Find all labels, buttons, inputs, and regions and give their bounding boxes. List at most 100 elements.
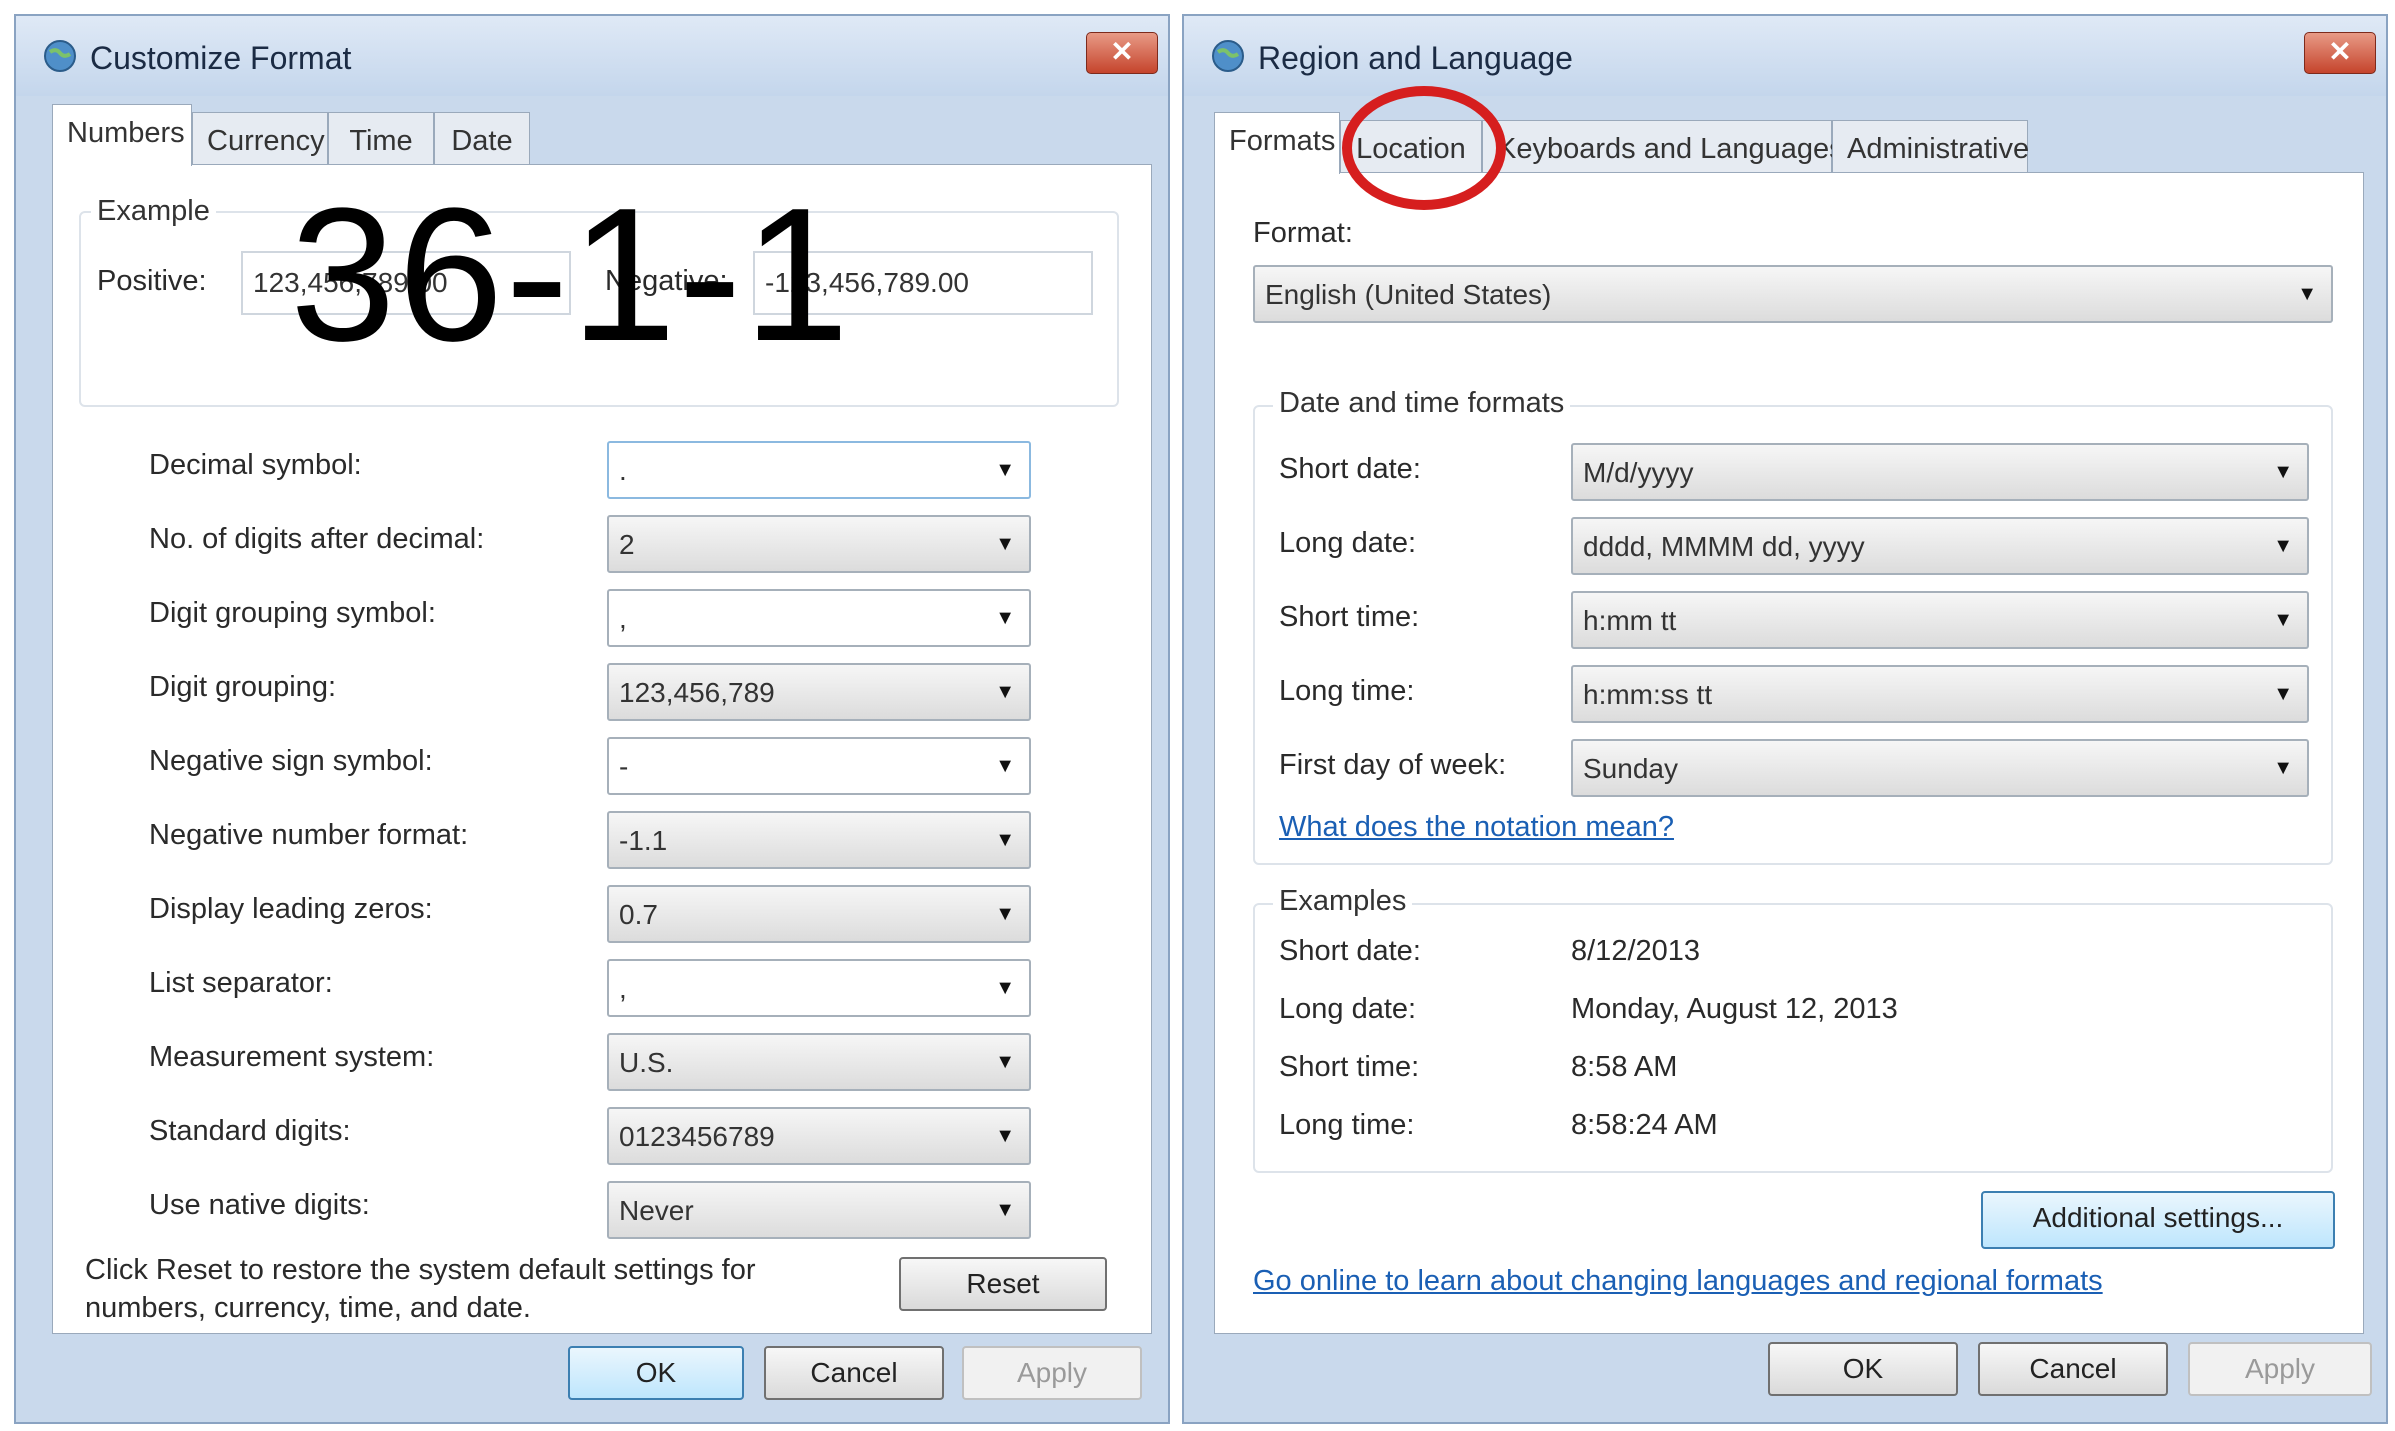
decimal-symbol-label: Decimal symbol: (149, 449, 362, 481)
short-time-combo[interactable]: h:mm tt ▼ (1571, 591, 2309, 649)
format-value: English (United States) (1265, 279, 1552, 310)
chevron-down-icon: ▼ (2273, 683, 2293, 705)
example-short-date-label: Short date: (1279, 935, 1421, 967)
tab-numbers[interactable]: Numbers (52, 104, 192, 166)
region-language-titlebar[interactable]: Region and Language ✕ (1184, 16, 2386, 96)
chevron-down-icon: ▼ (995, 533, 1015, 555)
display-leading-zeros-value: 0.7 (619, 899, 658, 930)
window-title: Region and Language (1258, 40, 1573, 76)
short-date-combo[interactable]: M/d/yyyy ▼ (1571, 443, 2309, 501)
tab-date[interactable]: Date (434, 112, 530, 166)
close-icon: ✕ (2328, 36, 2352, 67)
long-time-combo[interactable]: h:mm:ss tt ▼ (1571, 665, 2309, 723)
window-title: Customize Format (90, 40, 352, 76)
chevron-down-icon: ▼ (2273, 535, 2293, 557)
long-date-combo[interactable]: dddd, MMMM dd, yyyy ▼ (1571, 517, 2309, 575)
customize-format-titlebar[interactable]: Customize Format ✕ (16, 16, 1168, 96)
ok-button[interactable]: OK (1768, 1342, 1958, 1396)
negative-sign-symbol-value: - (619, 751, 629, 782)
chevron-down-icon: ▼ (995, 1199, 1015, 1221)
display-leading-zeros-label: Display leading zeros: (149, 893, 433, 925)
ok-button[interactable]: OK (568, 1346, 744, 1400)
first-day-of-week-combo[interactable]: Sunday ▼ (1571, 739, 2309, 797)
display-leading-zeros-combo[interactable]: 0.7 ▼ (607, 885, 1031, 943)
apply-button[interactable]: Apply (2188, 1342, 2372, 1396)
use-native-digits-value: Never (619, 1195, 694, 1226)
format-combo[interactable]: English (United States) ▼ (1253, 265, 2333, 323)
use-native-digits-label: Use native digits: (149, 1189, 370, 1221)
chevron-down-icon: ▼ (995, 607, 1015, 629)
chevron-down-icon: ▼ (995, 977, 1015, 999)
measurement-system-combo[interactable]: U.S. ▼ (607, 1033, 1031, 1091)
tab-formats[interactable]: Formats (1214, 112, 1340, 174)
digit-grouping-symbol-value: , (619, 603, 627, 634)
first-day-of-week-value: Sunday (1583, 753, 1678, 784)
example-group-label: Example (91, 195, 216, 228)
short-date-label: Short date: (1279, 453, 1421, 485)
apply-button[interactable]: Apply (962, 1346, 1142, 1400)
reset-hint-text: Click Reset to restore the system defaul… (85, 1254, 756, 1324)
digits-after-decimal-label: No. of digits after decimal: (149, 523, 485, 555)
reset-button[interactable]: Reset (899, 1257, 1107, 1311)
close-icon: ✕ (1110, 36, 1134, 67)
chevron-down-icon: ▼ (995, 1051, 1015, 1073)
close-button[interactable]: ✕ (2304, 32, 2376, 74)
digit-grouping-symbol-label: Digit grouping symbol: (149, 597, 436, 629)
digit-grouping-value: 123,456,789 (619, 677, 775, 708)
measurement-system-value: U.S. (619, 1047, 674, 1078)
standard-digits-label: Standard digits: (149, 1115, 351, 1147)
list-separator-value: , (619, 973, 627, 1004)
tab-keyboards-and-languages[interactable]: Keyboards and Languages (1482, 120, 1844, 174)
additional-settings-button[interactable]: Additional settings... (1981, 1191, 2335, 1249)
decimal-symbol-combo[interactable]: . ▼ (607, 441, 1031, 499)
decimal-symbol-value: . (619, 455, 627, 486)
example-short-date-value: 8/12/2013 (1571, 935, 1701, 967)
chevron-down-icon: ▼ (995, 1125, 1015, 1147)
negative-number-format-label: Negative number format: (149, 819, 469, 851)
chevron-down-icon: ▼ (995, 681, 1015, 703)
first-day-of-week-label: First day of week: (1279, 749, 1507, 781)
region-language-window: Region and Language ✕ Formats Location K… (1182, 14, 2388, 1424)
digits-after-decimal-combo[interactable]: 2 ▼ (607, 515, 1031, 573)
cancel-button[interactable]: Cancel (764, 1346, 944, 1400)
standard-digits-combo[interactable]: 0123456789 ▼ (607, 1107, 1031, 1165)
negative-sign-symbol-label: Negative sign symbol: (149, 745, 433, 777)
negative-number-format-value: -1.1 (619, 825, 668, 856)
short-time-value: h:mm tt (1583, 605, 1677, 636)
list-separator-combo[interactable]: , ▼ (607, 959, 1031, 1017)
short-date-value: M/d/yyyy (1583, 457, 1694, 488)
overlay-label: 36-1-1 (290, 169, 852, 381)
formats-tab-panel: Format: English (United States) ▼ Date a… (1214, 172, 2364, 1334)
list-separator-label: List separator: (149, 967, 333, 999)
chevron-down-icon: ▼ (995, 755, 1015, 777)
digit-grouping-label: Digit grouping: (149, 671, 336, 703)
close-button[interactable]: ✕ (1086, 32, 1158, 74)
notation-help-link[interactable]: What does the notation mean? (1279, 811, 1674, 844)
chevron-down-icon: ▼ (2297, 283, 2317, 305)
use-native-digits-combo[interactable]: Never ▼ (607, 1181, 1031, 1239)
chevron-down-icon: ▼ (995, 903, 1015, 925)
tab-currency[interactable]: Currency (192, 112, 328, 166)
tab-time[interactable]: Time (328, 112, 434, 166)
digit-grouping-combo[interactable]: 123,456,789 ▼ (607, 663, 1031, 721)
example-long-date-value: Monday, August 12, 2013 (1571, 993, 1898, 1025)
long-time-value: h:mm:ss tt (1583, 679, 1713, 710)
chevron-down-icon: ▼ (2273, 757, 2293, 779)
example-short-time-label: Short time: (1279, 1051, 1420, 1083)
highlight-circle (1342, 86, 1506, 210)
cancel-button[interactable]: Cancel (1978, 1342, 2168, 1396)
tab-administrative[interactable]: Administrative (1832, 120, 2029, 174)
globe-icon (1212, 40, 1244, 72)
negative-number-format-combo[interactable]: -1.1 ▼ (607, 811, 1031, 869)
digit-grouping-symbol-combo[interactable]: , ▼ (607, 589, 1031, 647)
short-time-label: Short time: (1279, 601, 1420, 633)
long-date-label: Long date: (1279, 527, 1417, 559)
digits-after-decimal-value: 2 (619, 529, 635, 560)
long-time-label: Long time: (1279, 675, 1415, 707)
go-online-link[interactable]: Go online to learn about changing langua… (1253, 1265, 2103, 1298)
examples-group-label: Examples (1273, 885, 1413, 918)
example-long-date-label: Long date: (1279, 993, 1417, 1025)
globe-icon (44, 40, 76, 72)
negative-sign-symbol-combo[interactable]: - ▼ (607, 737, 1031, 795)
chevron-down-icon: ▼ (995, 829, 1015, 851)
